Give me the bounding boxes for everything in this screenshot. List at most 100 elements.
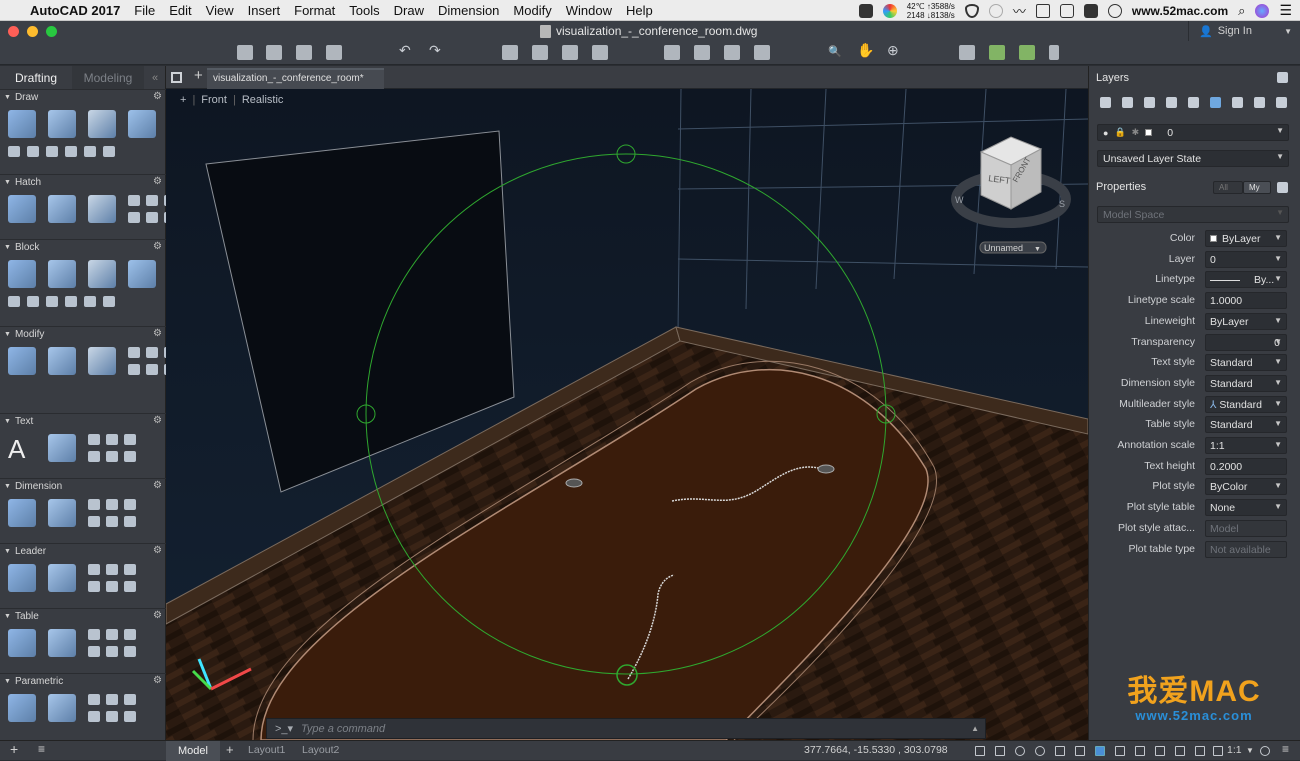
property-value-field[interactable]: Standard ▼ (1205, 416, 1287, 434)
menu-help[interactable]: Help (626, 3, 653, 18)
property-value-field[interactable]: 0.2000 (1205, 457, 1287, 475)
viewport-menu[interactable]: + (180, 94, 186, 106)
tool-icon[interactable] (88, 629, 100, 640)
tool-icon[interactable] (124, 434, 136, 445)
match-properties-icon[interactable] (989, 45, 1005, 60)
create-block-icon[interactable] (48, 260, 76, 288)
shield-icon[interactable] (964, 3, 979, 18)
layer-freeze-icon[interactable] (1166, 97, 1177, 108)
edit-block-icon[interactable] (88, 260, 116, 288)
tool-icon[interactable] (124, 581, 136, 592)
file-grid-icon[interactable] (171, 72, 182, 83)
import-icon[interactable] (664, 45, 680, 60)
tool-icon[interactable] (27, 296, 39, 307)
property-value-field[interactable]: Standard ▼ (1205, 354, 1287, 372)
section-header[interactable]: ▼ Block ⚙ (0, 240, 166, 254)
system-stats[interactable]: 42℃ ↑3588/s 2148 ↓8138/s (907, 2, 955, 20)
property-value-field[interactable]: By... ▼ (1205, 271, 1287, 289)
site-label[interactable]: www.52mac.com (1132, 4, 1228, 18)
tool-icon[interactable] (88, 434, 100, 445)
tool-icon[interactable] (84, 296, 96, 307)
single-line-text-icon[interactable] (48, 434, 76, 462)
tool-icon[interactable] (124, 451, 136, 462)
user-switch-icon[interactable] (1107, 3, 1122, 18)
layer-previous-icon[interactable] (1254, 97, 1265, 108)
layer-visibility-icon[interactable]: ● (1103, 128, 1108, 138)
tab-modeling[interactable]: Modeling (72, 65, 144, 90)
space-dropdown[interactable]: Model Space ▼ (1097, 206, 1289, 223)
tool-icon[interactable] (124, 646, 136, 657)
tool-icon[interactable] (88, 451, 100, 462)
tool-icon[interactable] (128, 364, 140, 375)
tool-icon[interactable] (124, 629, 136, 640)
move-icon[interactable] (8, 347, 36, 375)
tool-icon[interactable] (106, 564, 118, 575)
disclosure-triangle-icon[interactable]: ▼ (4, 548, 11, 555)
gear-icon[interactable]: ⚙ (153, 176, 162, 187)
wifi-icon[interactable]: 〰 (1013, 1, 1026, 20)
menu-format[interactable]: Format (294, 3, 335, 18)
section-header[interactable]: ▼ Modify ⚙ (0, 327, 166, 341)
tool-icon[interactable] (88, 711, 100, 722)
boundary-icon[interactable] (88, 195, 116, 223)
property-value-field[interactable]: None ▼ (1205, 499, 1287, 517)
layer-walk-icon[interactable] (1276, 97, 1287, 108)
zoom-icon[interactable]: 🔍 (828, 45, 844, 60)
filter-my-button[interactable]: My (1243, 181, 1271, 194)
section-header[interactable]: ▼ Dimension ⚙ (0, 479, 166, 493)
add-layout-icon[interactable]: + (10, 741, 18, 757)
menu-tools[interactable]: Tools (349, 3, 379, 18)
layer-lock-icon[interactable] (1188, 97, 1199, 108)
tab-drafting[interactable]: Drafting (0, 71, 72, 85)
batch-plot-icon[interactable] (532, 45, 548, 60)
make-current-icon[interactable] (1210, 97, 1221, 108)
tab-layout1[interactable]: Layout1 (248, 744, 285, 756)
tool-icon[interactable] (88, 564, 100, 575)
publish-icon[interactable] (592, 45, 608, 60)
section-header[interactable]: ▼ Hatch ⚙ (0, 175, 166, 189)
section-header[interactable]: ▼ Draw ⚙ (0, 90, 166, 104)
ortho-icon[interactable] (1015, 746, 1025, 756)
collapse-palette-icon[interactable]: « (152, 72, 158, 84)
multileader-icon[interactable] (8, 564, 36, 592)
disclosure-triangle-icon[interactable]: ▼ (4, 613, 11, 620)
menu-edit[interactable]: Edit (169, 3, 191, 18)
match-layer-icon[interactable] (1232, 97, 1243, 108)
polyline-icon[interactable] (48, 110, 76, 138)
selection-cycling-icon[interactable] (1135, 746, 1145, 756)
tool-icon[interactable] (128, 195, 140, 206)
attach-icon[interactable] (724, 45, 740, 60)
stretch-icon[interactable] (48, 347, 76, 375)
tool-icon[interactable] (103, 296, 115, 307)
tool-icon[interactable] (88, 499, 100, 510)
tool-icon[interactable] (106, 451, 118, 462)
tool-icon[interactable] (146, 195, 158, 206)
command-prompt-icon[interactable]: >_▾ (267, 722, 301, 735)
tool-icon[interactable] (106, 711, 118, 722)
tab-model[interactable]: Model (166, 741, 220, 761)
tool-icon[interactable] (146, 347, 158, 358)
property-value-field[interactable]: 1.0000 (1205, 292, 1287, 310)
tool-icon[interactable] (46, 296, 58, 307)
tool-icon[interactable] (106, 646, 118, 657)
layer-state-dropdown[interactable]: Unsaved Layer State ▼ (1097, 150, 1289, 167)
disclosure-triangle-icon[interactable]: ▼ (4, 418, 11, 425)
pan-hand-icon[interactable]: ✋ (857, 42, 874, 58)
gear-icon[interactable]: ⚙ (153, 610, 162, 621)
menu-file[interactable]: File (134, 3, 155, 18)
zoom-window-button[interactable] (46, 26, 57, 37)
tool-icon[interactable] (146, 212, 158, 223)
auto-scale-icon[interactable] (1195, 746, 1205, 756)
tool-icon[interactable] (88, 646, 100, 657)
battery-icon[interactable] (1059, 3, 1074, 18)
dimensional-constraint-icon[interactable] (48, 694, 76, 722)
airplay-icon[interactable] (1035, 3, 1050, 18)
menu-insert[interactable]: Insert (248, 3, 281, 18)
menu-dimension[interactable]: Dimension (438, 3, 499, 18)
save-as-icon[interactable] (326, 45, 342, 60)
extract-data-icon[interactable] (48, 629, 76, 657)
disclosure-triangle-icon[interactable]: ▼ (4, 483, 11, 490)
disclosure-triangle-icon[interactable]: ▼ (4, 678, 11, 685)
app-menu[interactable]: AutoCAD 2017 (30, 3, 120, 18)
layer-lock-icon[interactable]: 🔒 (1114, 127, 1125, 138)
